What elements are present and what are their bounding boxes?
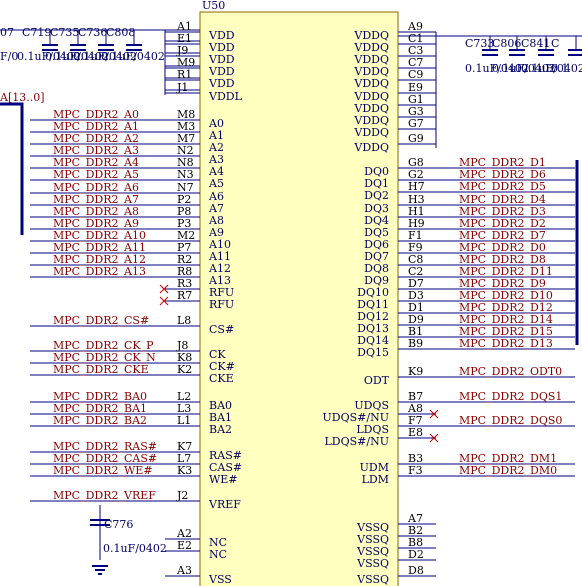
pin-number: H7 xyxy=(408,180,425,193)
pin-name: VSSQ xyxy=(356,573,389,586)
cap-ref: C806 xyxy=(492,37,521,50)
net-label: MPC_DDR2_A13 xyxy=(53,265,146,278)
cap-ref: C733 xyxy=(465,37,494,50)
cap-ref: C719 xyxy=(22,26,51,39)
net-label: MPC_DDR2_DQS1 xyxy=(459,390,562,403)
component-designator: U50 xyxy=(202,0,225,12)
cap-ref: C808 xyxy=(106,26,135,39)
cap-ref: C xyxy=(551,37,559,50)
pin-name: VSS xyxy=(208,573,232,586)
pin-name: RFU xyxy=(209,298,234,311)
cap-ref: C736 xyxy=(78,26,107,39)
cap-ref: C735 xyxy=(50,26,79,39)
pin-number: D2 xyxy=(408,548,424,561)
pin-name: NC xyxy=(209,548,227,561)
pin-name: ODT xyxy=(364,374,390,387)
pin-number: K3 xyxy=(177,464,192,477)
pin-name: VDDQ xyxy=(353,141,389,154)
address-bus: A[13..0] xyxy=(0,91,45,235)
cap-value: 0.1uF/0402 xyxy=(101,50,165,63)
schematic-canvas: U50 07 F/0 A[13..0] C776 0.1uF/0402 A1VD… xyxy=(0,0,582,586)
pin-name: BA2 xyxy=(209,423,232,436)
pin-number: D8 xyxy=(408,564,424,577)
pin-name: VSSQ xyxy=(356,557,389,570)
pin-name: CS# xyxy=(209,323,234,336)
pin-name: CKE xyxy=(209,372,234,385)
pin-name: VDDL xyxy=(208,90,243,103)
pin-number: K2 xyxy=(177,363,192,376)
cap-partial-ref: 07 xyxy=(0,26,14,39)
pin-number: E8 xyxy=(408,426,423,439)
pin-number: B9 xyxy=(408,337,423,350)
pin-name: A5 xyxy=(208,177,224,190)
pin-name: WE# xyxy=(209,473,238,486)
pin-name: DQ15 xyxy=(357,346,389,359)
net-label: MPC_DDR2_BA2 xyxy=(53,414,147,427)
pin-number: R7 xyxy=(177,289,192,302)
pin-name: VDD xyxy=(208,77,235,90)
pin-name: DQ2 xyxy=(364,189,389,202)
net-label: MPC_DDR2_D5 xyxy=(459,180,546,193)
pin-number: G9 xyxy=(408,132,424,145)
pin-number: N3 xyxy=(177,168,194,181)
net-label: MPC_DDR2_CKE xyxy=(53,363,149,376)
net-label: MPC_DDR2_DQS0 xyxy=(459,414,562,427)
pin-number: R1 xyxy=(177,68,192,81)
pin-number: A3 xyxy=(176,564,192,577)
pin-number: E2 xyxy=(177,539,192,552)
vref-cap-ref: C776 xyxy=(104,518,133,531)
net-label: MPC_DDR2_VREF xyxy=(53,489,156,502)
pin-number: G7 xyxy=(408,117,424,130)
net-label: MPC_DDR2_ODT0 xyxy=(459,365,562,378)
cap-ref: C841 xyxy=(521,37,550,50)
vref-cap-value: 0.1uF/0402 xyxy=(103,542,167,555)
pin-number: L1 xyxy=(177,414,191,427)
cap-partial-value: F/0 xyxy=(0,50,18,63)
pin-name: VDDQ xyxy=(353,126,389,139)
pin-name: VDDQ xyxy=(353,77,389,90)
vref-capacitor: C776 0.1uF/0402 xyxy=(90,505,167,575)
pin-name: LDQS#/NU xyxy=(325,435,390,448)
net-label: MPC_DDR2_CS# xyxy=(53,314,149,327)
net-label: MPC_DDR2_DM0 xyxy=(459,464,557,477)
pin-number: C9 xyxy=(408,68,423,81)
net-label: MPC_DDR2_WE# xyxy=(53,464,153,477)
pin-number: F3 xyxy=(408,464,423,477)
pin-number: K9 xyxy=(408,365,423,378)
bus-label: A[13..0] xyxy=(0,91,45,104)
pin-number: J1 xyxy=(176,81,188,94)
pin-number: J2 xyxy=(176,489,188,502)
net-label: MPC_DDR2_D13 xyxy=(459,337,553,350)
pin-name: LDM xyxy=(362,473,389,486)
pin-name: VREF xyxy=(208,498,241,511)
pin-number: L8 xyxy=(177,314,191,327)
net-label: MPC_DDR2_A5 xyxy=(53,168,139,181)
cap-value: 0.1 xyxy=(551,62,569,75)
